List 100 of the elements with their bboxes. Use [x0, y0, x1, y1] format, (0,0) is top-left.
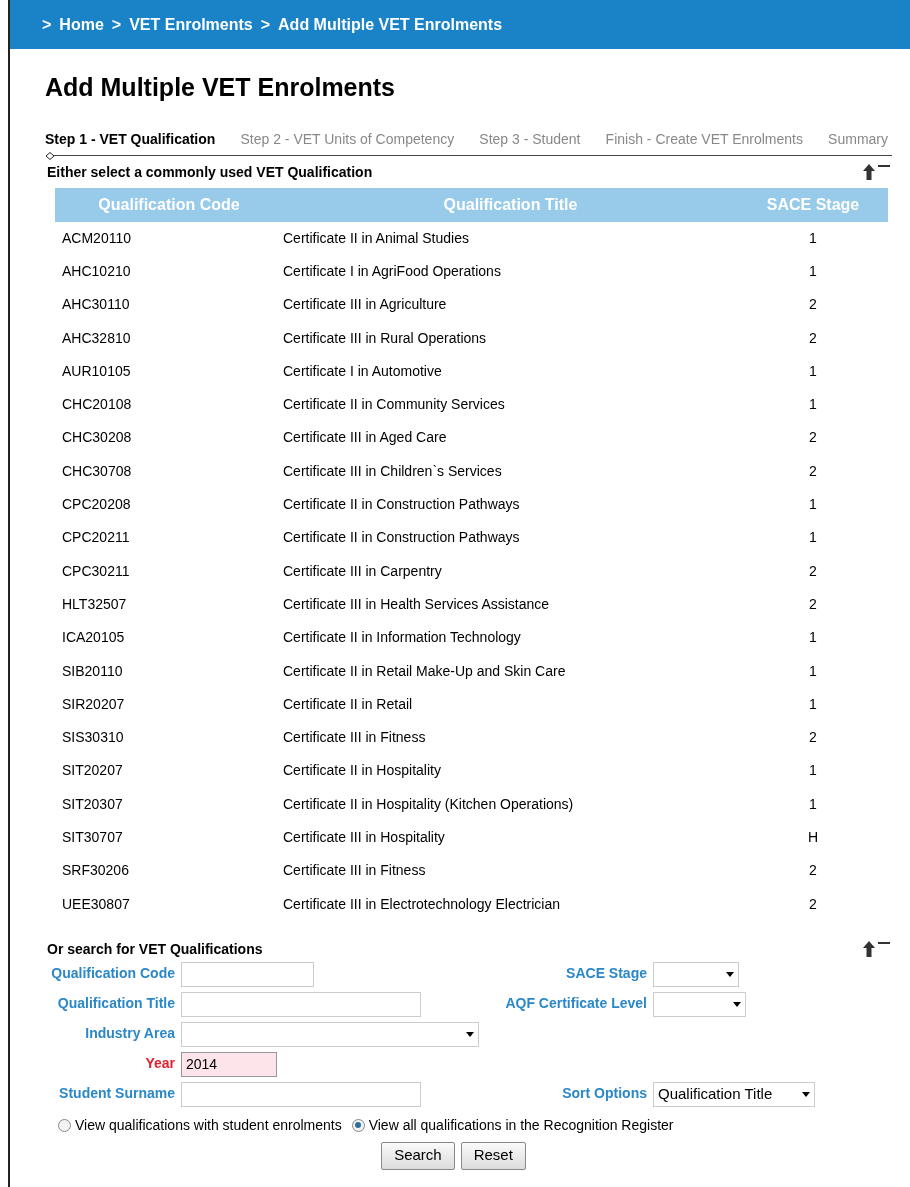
table-row[interactable]: AHC32810 Certificate III in Rural Operations 2: [55, 321, 888, 355]
field-label: SACE Stage: [565, 963, 647, 983]
table-cell-text: 1: [808, 228, 818, 248]
table-cell-text: CHC20108: [61, 395, 133, 415]
step-tab[interactable]: Step 2 - VET Units of Competency: [240, 128, 455, 150]
text-field[interactable]: [181, 991, 421, 1017]
table-cell-text: UEE30807: [61, 894, 131, 914]
table-cell-text: 1: [808, 628, 818, 648]
table-cell-text: Certificate III in Children`s Services: [283, 461, 503, 481]
table-cell-text: Certificate III in Rural Operations: [283, 328, 488, 348]
table-cell-text: SIS30310: [61, 728, 125, 748]
table-row[interactable]: SIS30310 Certificate III in Fitness 2: [55, 720, 888, 755]
table-cell-text: 1: [808, 361, 818, 381]
table-row[interactable]: CHC30708 Certificate III in Children`s Services 2: [55, 454, 888, 488]
breadcrumb-link[interactable]: VET Enrolments: [129, 12, 253, 37]
table-row[interactable]: AHC10210 Certificate I in AgriFood Operations 1: [55, 254, 888, 289]
dropdown[interactable]: [653, 991, 746, 1017]
table-cell-text: SIT30707: [61, 828, 124, 847]
table-row[interactable]: ACM20110 Certificate II in Animal Studies 1: [55, 221, 888, 255]
table-cell-text: 2: [808, 561, 818, 581]
form-button[interactable]: Search: [381, 1141, 455, 1170]
table-cell-text: SIT20207: [61, 761, 124, 781]
table-cell-text: 2: [808, 861, 818, 881]
table-cell-text: 1: [808, 395, 818, 415]
table-cell-text: 1: [808, 794, 818, 814]
table-row[interactable]: SIB20110 Certificate II in Retail Make-Up and Skin Care 1: [55, 654, 888, 688]
table-row[interactable]: UEE30807 Certificate III in Electrotechnology Electrician 2: [55, 887, 888, 921]
step-tab[interactable]: Finish - Create VET Enrolments: [605, 128, 803, 150]
table-row[interactable]: ICA20105 Certificate II in Information Technology 1: [55, 621, 888, 655]
table-cell-text: ICA20105: [61, 628, 126, 648]
radio-label[interactable]: View all qualifications in the Recognition Register: [368, 1114, 674, 1136]
breadcrumb-link[interactable]: Add Multiple VET Enrolments: [278, 12, 503, 37]
table-cell-text: ACM20110: [61, 228, 132, 248]
table-cell-text: Certificate III in Electrotechnology Electrician: [283, 894, 561, 914]
table-cell-text: 2: [808, 461, 818, 481]
table-cell-text: 1: [808, 694, 818, 714]
table-row[interactable]: HLT32507 Certificate III in Health Services Assistance 2: [55, 587, 888, 622]
text-field[interactable]: [181, 961, 314, 987]
table-cell-text: Certificate III in Fitness: [283, 728, 427, 748]
table-cell-text: 1: [808, 261, 818, 281]
section-heading: Either select a commonly used VET Qualification: [47, 162, 373, 182]
table-cell-text: HLT32507: [61, 594, 128, 614]
caret-icon: [726, 971, 734, 977]
collapse-icon[interactable]: [862, 940, 892, 959]
caret-icon: [733, 1001, 741, 1007]
table-cell-text: 1: [808, 495, 818, 514]
text-field[interactable]: [181, 1081, 421, 1107]
table-cell-text: Certificate II in Hospitality: [283, 761, 442, 781]
step-tab[interactable]: Summary: [828, 128, 888, 150]
table-cell-text: Certificate II in Retail Make-Up and Skin Care: [283, 661, 567, 681]
table-cell-text: Certificate II in Construction Pathways: [283, 495, 521, 514]
table-row[interactable]: CPC20208 Certificate II in Construction Pathways 1: [55, 487, 888, 522]
table-cell-text: 1: [808, 661, 818, 681]
table-cell-text: AHC10210: [61, 261, 132, 281]
table-row[interactable]: SIT20207 Certificate II in Hospitality 1: [55, 754, 888, 788]
table-cell-text: CHC30708: [61, 461, 133, 481]
step-tab[interactable]: Step 3 - Student: [479, 128, 581, 150]
radio-button[interactable]: [351, 1118, 365, 1132]
table-cell-text: 2: [808, 328, 818, 348]
table-cell-text: Certificate III in Health Services Assistance: [283, 594, 551, 614]
dropdown[interactable]: Qualification Title: [653, 1081, 815, 1107]
table-cell-text: Certificate II in Retail: [283, 694, 414, 714]
table-cell-text: Certificate II in Hospitality (Kitchen Operations): [283, 794, 575, 814]
table-row[interactable]: CHC20108 Certificate II in Community Services 1: [55, 388, 888, 422]
table-cell-text: 1: [808, 761, 818, 781]
field-label: Qualification Title: [56, 993, 175, 1013]
breadcrumb-separator: >: [260, 14, 271, 35]
form-button[interactable]: Reset: [460, 1141, 526, 1170]
table-cell-text: Certificate II in Information Technology: [283, 628, 522, 648]
breadcrumb-link[interactable]: Home: [59, 12, 104, 37]
table-cell-text: Certificate III in Fitness: [283, 861, 427, 881]
table-cell-text: AHC32810: [61, 328, 132, 348]
table-cell-text: Certificate II in Community Services: [283, 395, 506, 415]
table-cell-text: Certificate II in Construction Pathways: [283, 528, 521, 548]
page-title: Add Multiple VET Enrolments: [45, 72, 396, 103]
dropdown[interactable]: [181, 1021, 479, 1047]
step-tab[interactable]: Step 1 - VET Qualification: [45, 128, 216, 150]
collapse-icon[interactable]: [862, 163, 892, 181]
table-cell-text: Certificate I in Automotive: [283, 361, 443, 381]
radio-label[interactable]: View qualifications with student enrolments: [75, 1114, 342, 1136]
table-row[interactable]: SIT30707 Certificate III in Hospitality H: [55, 820, 888, 855]
table-cell-text: CHC30208: [61, 428, 133, 448]
table-cell-text: CPC20208: [61, 495, 132, 514]
table-cell-text: AUR10105: [61, 361, 132, 381]
breadcrumb-separator: >: [42, 14, 52, 35]
table-row[interactable]: AHC30110 Certificate III in Agriculture 2: [55, 288, 888, 322]
table-cell-text: H: [806, 828, 820, 847]
table-row[interactable]: SRF30206 Certificate III in Fitness 2: [55, 854, 888, 888]
table-row[interactable]: CHC30208 Certificate III in Aged Care 2: [55, 421, 888, 455]
table-cell-text: Certificate II in Animal Studies: [283, 228, 470, 248]
table-row[interactable]: AUR10105 Certificate I in Automotive 1: [55, 354, 888, 388]
table-cell-text: 2: [808, 594, 818, 614]
text-field[interactable]: 2014: [181, 1051, 277, 1077]
table-row[interactable]: CPC30211 Certificate III in Carpentry 2: [55, 554, 888, 588]
table-cell-text: Certificate III in Hospitality: [283, 828, 446, 847]
table-row[interactable]: SIT20307 Certificate II in Hospitality (Kitchen Operations) 1: [55, 787, 888, 821]
radio-button[interactable]: [58, 1118, 71, 1132]
dropdown[interactable]: [653, 961, 739, 987]
table-row[interactable]: CPC20211 Certificate II in Construction Pathways 1: [55, 521, 888, 555]
table-row[interactable]: SIR20207 Certificate II in Retail 1: [55, 687, 888, 721]
